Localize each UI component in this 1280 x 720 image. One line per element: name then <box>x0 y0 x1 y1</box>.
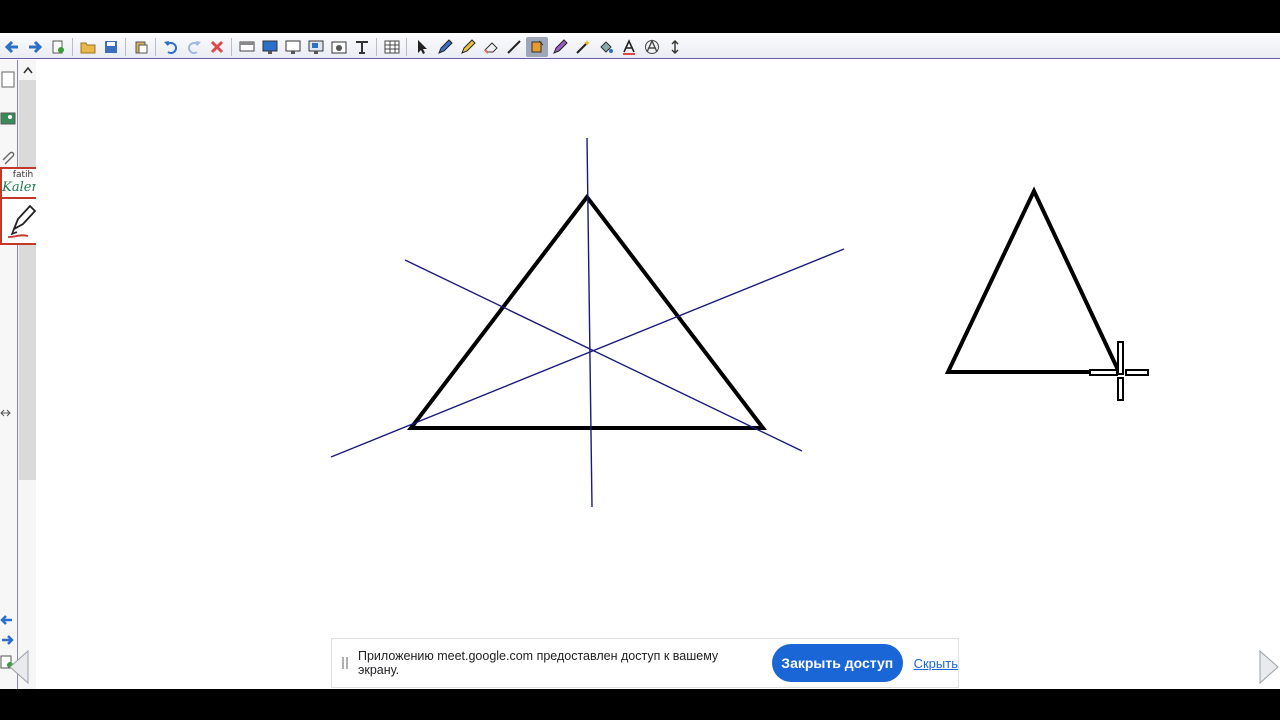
attachments-icon[interactable] <box>2 151 15 165</box>
fill-icon[interactable] <box>525 36 548 57</box>
drag-handle-icon[interactable] <box>342 657 348 669</box>
next-page-arrow-icon[interactable] <box>1258 649 1280 685</box>
scroll-up-icon[interactable] <box>19 61 36 79</box>
undo-icon[interactable] <box>160 37 182 57</box>
gallery-icon[interactable] <box>0 112 16 125</box>
previous-page-icon[interactable] <box>0 615 12 625</box>
crosshair-cursor-icon <box>1089 341 1149 401</box>
text-tool-icon[interactable] <box>351 37 373 57</box>
page-sorter-icon[interactable] <box>1 71 15 88</box>
share-message: Приложению meet.google.com предоставлен … <box>358 649 719 677</box>
table-icon[interactable] <box>381 37 403 57</box>
screen: fatih Kalem Приложению meet.google.com п… <box>0 0 1280 720</box>
toolbar-separator <box>376 37 377 56</box>
camera-icon[interactable] <box>328 37 350 57</box>
stop-sharing-button[interactable]: Закрыть доступ <box>771 644 903 682</box>
back-arrow-icon[interactable] <box>1 37 23 57</box>
creative-pen-icon[interactable] <box>549 37 571 57</box>
text-recognition-icon[interactable] <box>641 37 663 57</box>
next-page-icon[interactable] <box>2 635 14 645</box>
second-triangle[interactable] <box>944 186 1121 374</box>
pen-icon[interactable] <box>434 37 456 57</box>
smartboard-window: fatih Kalem <box>0 33 1280 689</box>
redo-icon[interactable] <box>183 37 205 57</box>
monitor-icon[interactable] <box>282 37 304 57</box>
toolbar-separator <box>406 37 407 56</box>
capture-icon[interactable] <box>305 37 327 57</box>
delete-icon[interactable] <box>206 37 228 57</box>
main-triangle[interactable] <box>406 193 768 430</box>
toolbar-separator <box>155 37 156 56</box>
toolbar-separator <box>72 37 73 56</box>
toolbar-separator <box>125 37 126 56</box>
line-tool-icon[interactable] <box>503 37 525 57</box>
select-arrow-icon[interactable] <box>411 37 433 57</box>
vertical-median-line[interactable] <box>586 137 593 508</box>
main-toolbar <box>0 35 1280 59</box>
screen-share-banner: Приложению meet.google.com предоставлен … <box>331 638 959 688</box>
highlighter-icon[interactable] <box>457 37 479 57</box>
side-tabs <box>0 60 18 689</box>
magic-pen-icon[interactable] <box>572 37 594 57</box>
eraser-icon[interactable] <box>480 37 502 57</box>
previous-page-arrow-icon[interactable] <box>8 649 30 685</box>
move-toolbar-icon[interactable] <box>664 37 686 57</box>
screen-shade-icon[interactable] <box>236 37 258 57</box>
forward-arrow-icon[interactable] <box>24 37 46 57</box>
whiteboard-canvas[interactable] <box>36 60 1280 689</box>
font-icon[interactable] <box>618 37 640 57</box>
paste-icon[interactable] <box>130 37 152 57</box>
paint-bucket-icon[interactable] <box>595 37 617 57</box>
resize-handle-icon[interactable] <box>0 409 11 417</box>
median-line-from-left[interactable] <box>330 248 845 458</box>
hide-link[interactable]: Скрыть <box>914 656 958 671</box>
scrollbar-thumb[interactable] <box>19 80 36 480</box>
display-icon[interactable] <box>259 37 281 57</box>
page-add-icon[interactable] <box>47 37 69 57</box>
open-folder-icon[interactable] <box>77 37 99 57</box>
save-icon[interactable] <box>100 37 122 57</box>
toolbar-separator <box>231 37 232 56</box>
